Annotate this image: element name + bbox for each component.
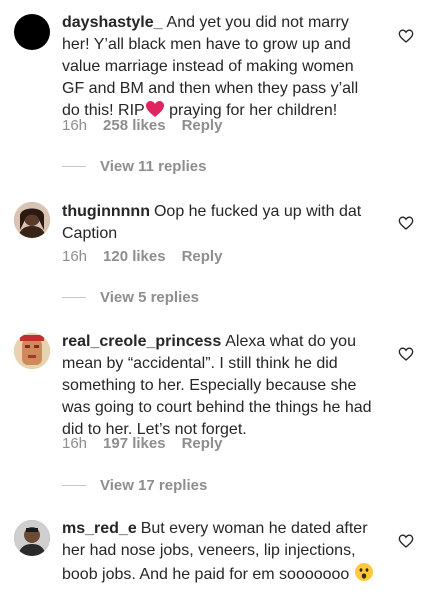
divider-line — [62, 297, 86, 298]
reply-button[interactable]: Reply — [182, 435, 223, 452]
comment-time: 16h — [62, 117, 88, 134]
divider-line — [62, 485, 86, 486]
avatar[interactable] — [14, 333, 50, 369]
comment-username[interactable]: dayshastyle_ — [62, 14, 163, 31]
comment-meta: 16h 258 likes Reply — [62, 117, 238, 134]
comment-text: dayshastyle_ And yet you did not marry he… — [62, 12, 378, 122]
comment-username[interactable]: ms_red_e — [62, 520, 137, 537]
comment-time: 16h — [62, 248, 88, 265]
view-replies-label: View 17 replies — [100, 477, 208, 494]
heart-outline-icon[interactable] — [398, 533, 414, 549]
comment-text: ms_red_e But every woman he dated after h… — [62, 518, 378, 586]
avatar-photo — [14, 202, 50, 238]
reply-button[interactable]: Reply — [182, 117, 223, 134]
avatar-photo — [14, 333, 50, 369]
view-replies-button[interactable]: View 11 replies — [62, 158, 206, 175]
avatar-photo — [14, 520, 50, 556]
heart-outline-icon[interactable] — [398, 346, 414, 362]
avatar[interactable] — [14, 14, 50, 50]
comment-likes[interactable]: 197 likes — [103, 435, 166, 452]
heart-outline-icon[interactable] — [398, 215, 414, 231]
comment-username[interactable]: thuginnnnn — [62, 203, 150, 220]
view-replies-button[interactable]: View 17 replies — [62, 477, 207, 494]
heart-outline-icon[interactable] — [398, 28, 414, 44]
comment-meta: 16h 197 likes Reply — [62, 435, 238, 452]
avatar[interactable] — [14, 202, 50, 238]
avatar[interactable] — [14, 520, 50, 556]
comment-username[interactable]: real_creole_princess — [62, 333, 221, 350]
view-replies-label: View 11 replies — [100, 158, 207, 175]
view-replies-button[interactable]: View 5 replies — [62, 289, 199, 306]
astonished-face-emoji — [354, 563, 373, 581]
view-replies-label: View 5 replies — [100, 289, 199, 306]
comment-likes[interactable]: 120 likes — [103, 248, 166, 265]
reply-button[interactable]: Reply — [182, 248, 223, 265]
comment-meta: 16h 120 likes Reply — [62, 248, 238, 265]
comment-time: 16h — [62, 435, 88, 452]
comment-text: real_creole_princess Alexa what do you me… — [62, 331, 378, 441]
comment-likes[interactable]: 258 likes — [103, 117, 166, 134]
red-heart-emoji — [145, 101, 164, 117]
comment-text: thuginnnnn Oop he fucked ya up with dat C… — [62, 201, 378, 245]
divider-line — [62, 166, 86, 167]
